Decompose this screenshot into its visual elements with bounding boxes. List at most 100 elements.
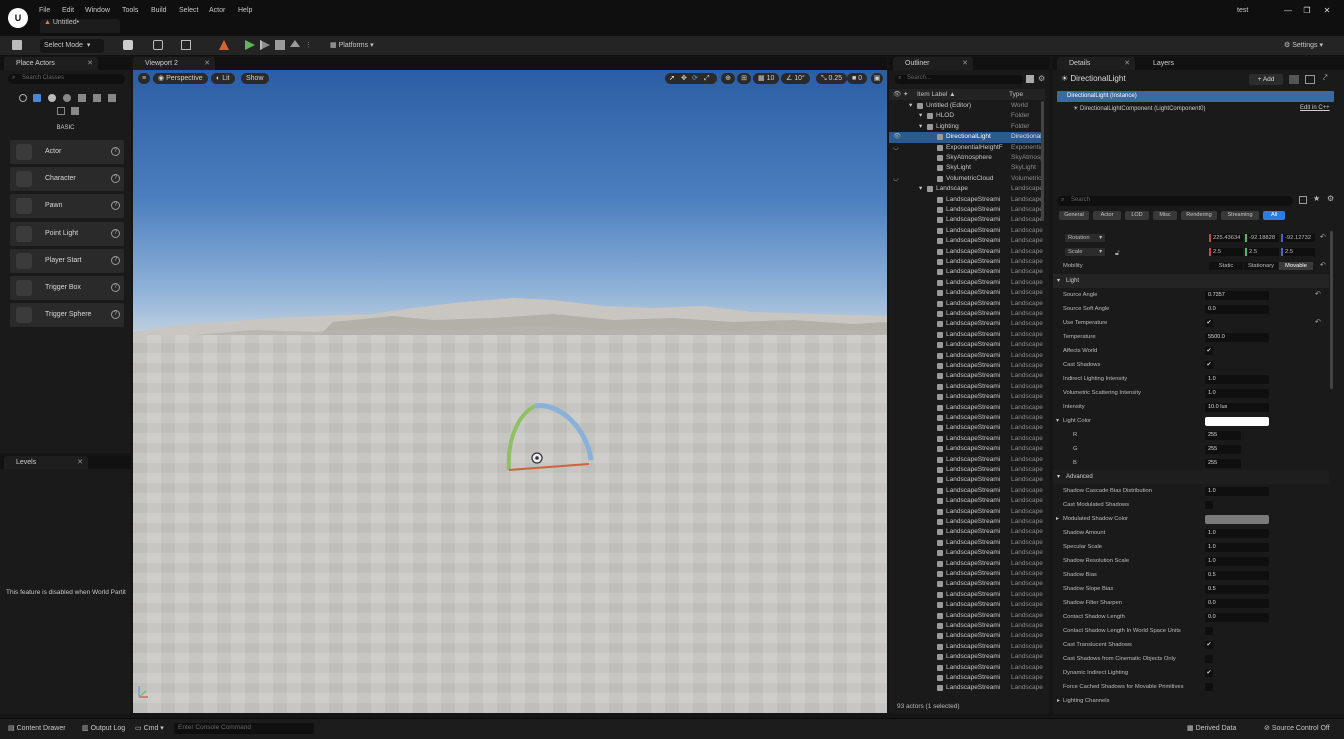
property-value-field[interactable]: 0.7357 <box>1205 291 1269 300</box>
help-icon[interactable]: ? <box>111 147 120 156</box>
viewport-menu-icon[interactable]: ≡ <box>138 73 150 84</box>
outliner-row[interactable]: LandscapeStreami Landscape <box>889 267 1044 277</box>
property-value-field[interactable]: 255 <box>1205 445 1241 454</box>
property-value-field[interactable]: 1.0 <box>1205 389 1269 398</box>
chevron-down-icon[interactable]: ▾ <box>919 122 922 132</box>
help-icon[interactable]: ? <box>111 228 120 238</box>
outliner-row[interactable]: LandscapeStreami Landscape <box>889 673 1044 683</box>
actor-item-player-start[interactable]: Player Start? <box>10 248 124 273</box>
property-value-field[interactable]: 255 <box>1205 431 1241 440</box>
chevron-down-icon[interactable]: ▾ <box>1056 414 1059 428</box>
help-icon[interactable]: ? <box>111 174 120 184</box>
chevron-down-icon[interactable]: ▾ <box>909 101 912 111</box>
property-checkbox[interactable]: ✔ <box>1205 361 1213 369</box>
actor-item-actor[interactable]: Actor? <box>10 140 124 164</box>
outliner-row[interactable]: LandscapeStreami Landscape <box>889 444 1044 454</box>
more-options-icon[interactable]: ⋮ <box>305 39 312 53</box>
visibility-icon[interactable]: 👁 <box>893 132 901 142</box>
outliner-row[interactable]: LandscapeStreami Landscape <box>889 507 1044 517</box>
filter-tab-rendering[interactable]: Rendering <box>1181 211 1217 220</box>
outliner-row[interactable]: LandscapeStreami Landscape <box>889 683 1044 693</box>
basic-icon[interactable] <box>33 94 41 102</box>
rotation-dropdown[interactable]: Rotation ▾ <box>1065 234 1105 242</box>
close-icon[interactable]: ✕ <box>87 57 93 70</box>
save-icon[interactable] <box>12 40 22 50</box>
actor-item-pawn[interactable]: Pawn? <box>10 194 124 219</box>
mobility-movable[interactable]: Movable <box>1279 262 1313 270</box>
component-row[interactable]: ☀ DirectionalLightComponent (LightCompon… <box>1073 105 1205 112</box>
source-control-button[interactable]: ⊘ Source Control Off <box>1264 724 1330 732</box>
property-checkbox[interactable] <box>1205 627 1213 635</box>
stop-icon[interactable] <box>275 40 285 50</box>
visibility-icon[interactable]: ◡ <box>893 174 899 184</box>
outliner-row[interactable]: LandscapeStreami Landscape <box>889 195 1044 205</box>
outliner-row[interactable]: LandscapeStreami Landscape <box>889 621 1044 631</box>
maximize-button[interactable]: ❐ <box>1300 6 1314 16</box>
outliner-row[interactable]: LandscapeStreami Landscape <box>889 371 1044 381</box>
outliner-row[interactable]: 👁 DirectionalLight Directional <box>889 132 1044 143</box>
lights-icon[interactable] <box>48 94 56 102</box>
rotation-y-field[interactable]: -92.18828 <box>1245 234 1279 242</box>
outliner-row[interactable]: LandscapeStreami Landscape <box>889 569 1044 579</box>
outliner-row[interactable]: SkyAtmosphere SkyAtmosp <box>889 153 1044 163</box>
item-label-header[interactable]: Item Label ▲ <box>917 89 956 100</box>
actor-item-point-light[interactable]: Point Light? <box>10 221 124 246</box>
scale-tool-icon[interactable]: ⤢ <box>704 73 710 84</box>
close-icon[interactable]: ✕ <box>204 57 210 70</box>
outliner-row[interactable]: LandscapeStreami Landscape <box>889 278 1044 288</box>
step-icon[interactable] <box>260 40 270 50</box>
outliner-search-field[interactable]: ⌕ Search... <box>895 75 1023 84</box>
filter-tab-all[interactable]: All <box>1263 211 1285 220</box>
help-icon[interactable]: ? <box>111 310 120 320</box>
outliner-row[interactable]: LandscapeStreami Landscape <box>889 496 1044 506</box>
level-tab[interactable]: ▲ Untitled• <box>40 19 120 33</box>
scale-x-field[interactable]: 2.5 <box>1209 248 1243 256</box>
property-value-field[interactable]: 0.5 <box>1205 571 1269 580</box>
property-checkbox[interactable] <box>1205 655 1213 663</box>
tab-outliner[interactable]: Outliner ✕ <box>893 57 973 70</box>
reset-icon[interactable]: ↶ <box>1315 288 1321 302</box>
outliner-row[interactable]: LandscapeStreami Landscape <box>889 642 1044 652</box>
menu-window[interactable]: Window <box>85 7 110 14</box>
tab-details[interactable]: Details ✕ <box>1057 57 1135 70</box>
platforms-button[interactable]: ▦ Platforms ▾ <box>330 39 374 53</box>
level-viewport[interactable]: ≡ ◉ Perspective ◐ Lit Show ➚ ✥ ⟳ ⤢ ⊕ ⊞ ▦… <box>133 70 887 713</box>
instance-row[interactable]: DirectionalLight (Instance) <box>1057 91 1334 102</box>
reset-icon[interactable]: ↶ <box>1320 231 1326 245</box>
property-value-field[interactable]: 10.0 lux <box>1205 403 1269 412</box>
filter-tab-general[interactable]: General <box>1059 211 1089 220</box>
scale-y-field[interactable]: 2.5 <box>1245 248 1279 256</box>
outliner-row[interactable]: LandscapeStreami Landscape <box>889 559 1044 569</box>
outliner-row[interactable]: ◡ VolumetricCloud Volumetric <box>889 174 1044 184</box>
derived-data-button[interactable]: ▦ Derived Data <box>1187 724 1236 732</box>
cinematic-icon[interactable] <box>78 94 86 102</box>
directional-light-gizmo[interactable] <box>501 398 597 478</box>
lock-icon[interactable]: ⤤ <box>1323 73 1328 83</box>
property-checkbox[interactable] <box>1205 501 1213 509</box>
property-value-field[interactable]: 1.0 <box>1205 375 1269 384</box>
modes-icon[interactable] <box>219 40 229 50</box>
cmd-dropdown[interactable]: ▭ Cmd ▾ <box>135 724 164 732</box>
outliner-row[interactable]: LandscapeStreami Landscape <box>889 465 1044 475</box>
menu-tools[interactable]: Tools <box>122 7 138 14</box>
property-value-field[interactable]: 1.0 <box>1205 487 1269 496</box>
outliner-row[interactable]: LandscapeStreami Landscape <box>889 236 1044 246</box>
outliner-row[interactable]: LandscapeStreami Landscape <box>889 319 1044 329</box>
console-input[interactable]: Enter Console Command <box>174 723 314 734</box>
tab-viewport-2[interactable]: Viewport 2 ✕ <box>133 57 215 70</box>
outliner-row[interactable]: LandscapeStreami Landscape <box>889 663 1044 673</box>
settings-button[interactable]: ⚙ Settings ▾ <box>1284 39 1323 53</box>
outliner-row[interactable]: LandscapeStreami Landscape <box>889 652 1044 662</box>
star-icon[interactable]: ★ <box>1313 194 1320 203</box>
blueprint-icon[interactable] <box>1289 75 1299 84</box>
mobility-static[interactable]: Static <box>1209 262 1243 270</box>
outliner-row[interactable]: LandscapeStreami Landscape <box>889 455 1044 465</box>
outliner-row[interactable]: LandscapeStreami Landscape <box>889 309 1044 319</box>
type-header[interactable]: Type <box>1009 89 1023 100</box>
menu-select[interactable]: Select <box>179 7 198 14</box>
help-icon[interactable]: ? <box>111 201 120 211</box>
filter-tab-streaming[interactable]: Streaming <box>1221 211 1259 220</box>
coordinate-space-icon[interactable]: ⊕ <box>721 73 735 84</box>
outliner-row[interactable]: LandscapeStreami Landscape <box>889 351 1044 361</box>
outliner-row[interactable]: LandscapeStreami Landscape <box>889 288 1044 298</box>
